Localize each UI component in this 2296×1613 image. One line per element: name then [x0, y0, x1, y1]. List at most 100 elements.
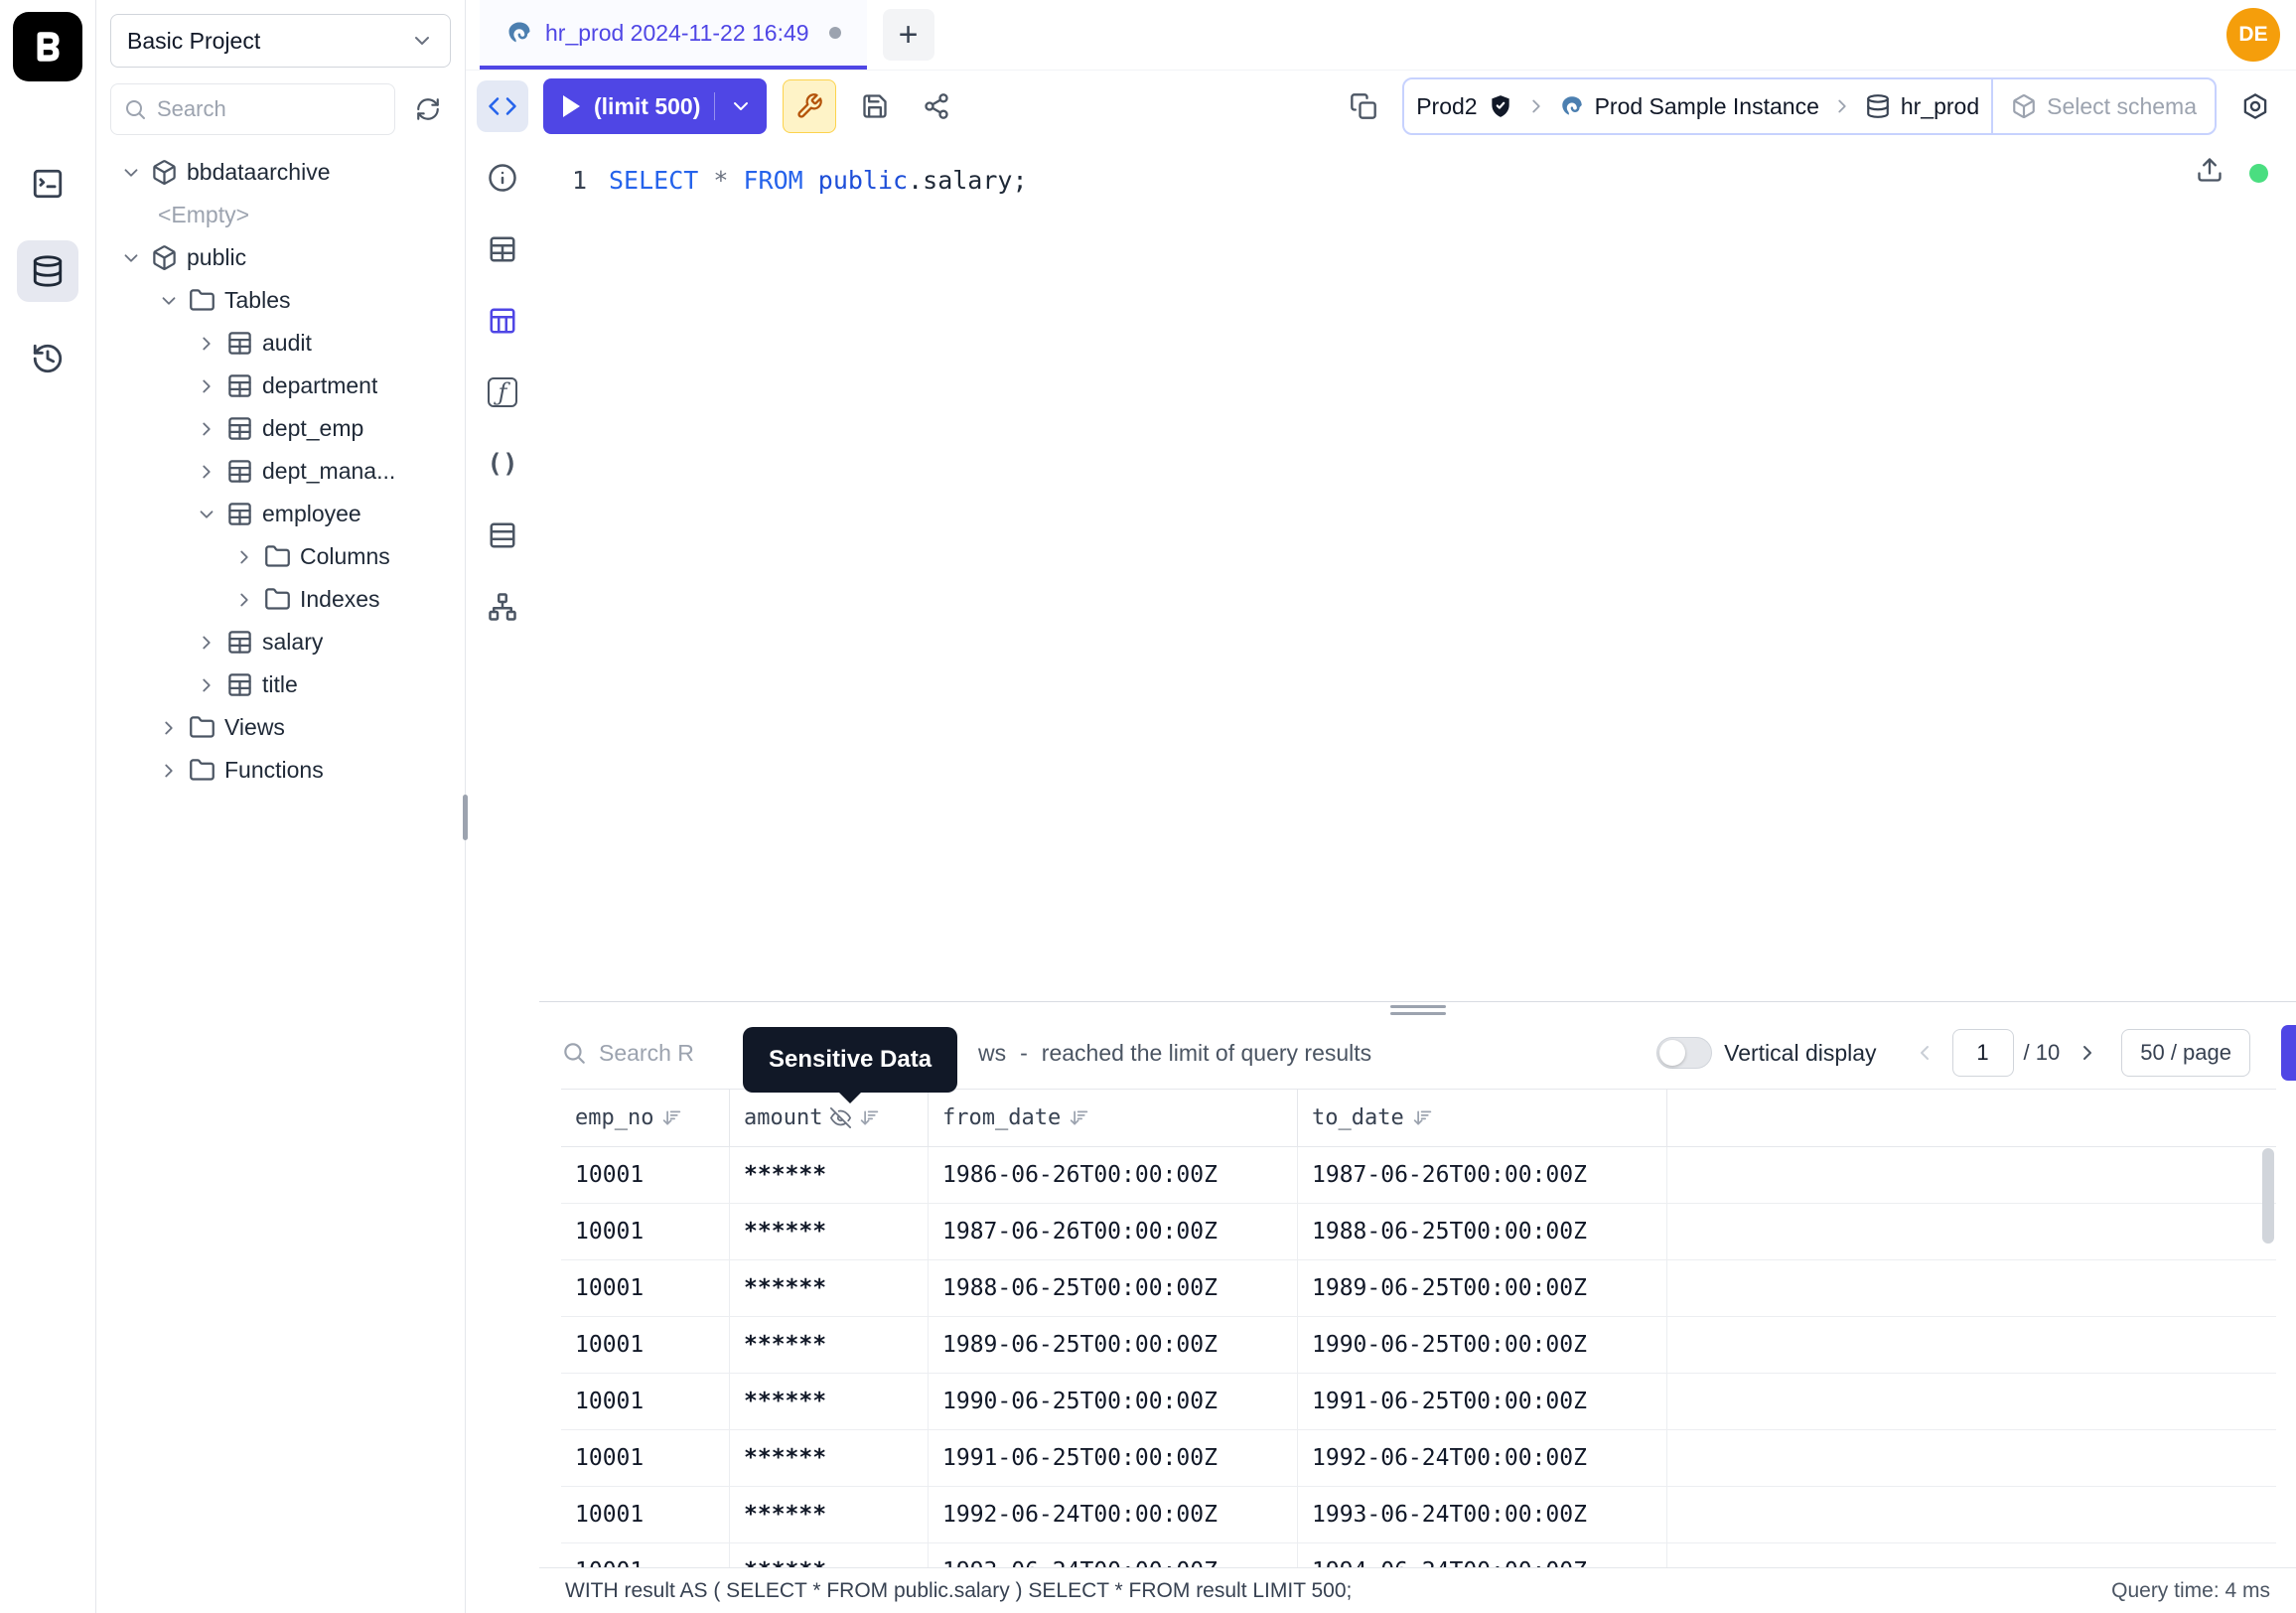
export-button[interactable] — [2196, 156, 2224, 190]
table-cell-filler — [1667, 1147, 2276, 1204]
sort-icon[interactable] — [1412, 1107, 1433, 1128]
ai-assistant-button[interactable] — [2232, 83, 2278, 129]
table-row[interactable]: 10001******1992-06-24T00:00:00Z1993-06-2… — [561, 1487, 2276, 1543]
sort-icon[interactable] — [859, 1107, 880, 1128]
tree-item-indexes[interactable]: Indexes — [110, 578, 451, 621]
sidebar-search-input[interactable]: Search — [110, 83, 395, 135]
tree-item-views[interactable]: Views — [110, 706, 451, 749]
history-nav-icon[interactable] — [17, 328, 78, 389]
column-label: from_date — [942, 1105, 1061, 1130]
table-cell: 10001 — [561, 1204, 730, 1260]
save-button[interactable] — [852, 83, 898, 129]
copy-statement-button[interactable] — [1341, 83, 1386, 129]
tree-item-bbdataarchive[interactable]: bbdataarchive — [110, 151, 451, 194]
table-cell: 1991-06-25T00:00:00Z — [1298, 1374, 1667, 1430]
tree-item-public[interactable]: public — [110, 236, 451, 279]
tree-item-label: Functions — [224, 757, 324, 784]
scrollbar-thumb[interactable] — [2262, 1148, 2274, 1244]
code-line[interactable]: SELECT * FROM public.salary; — [609, 166, 1028, 1001]
environment-crumb[interactable]: Prod2 — [1404, 93, 1524, 120]
tree-item-functions[interactable]: Functions — [110, 749, 451, 792]
tree-item-salary[interactable]: salary — [110, 621, 451, 663]
vertical-display-toggle[interactable] — [1656, 1037, 1712, 1069]
table-cell-filler — [1667, 1543, 2276, 1567]
column-label: amount — [744, 1105, 822, 1130]
column-header-from_date[interactable]: from_date — [929, 1090, 1298, 1147]
search-icon — [123, 97, 147, 121]
code-panel-icon[interactable] — [477, 80, 528, 132]
tree-item-dept-emp[interactable]: dept_emp — [110, 407, 451, 450]
prev-page-button[interactable] — [1905, 1033, 1944, 1073]
column-header-to_date[interactable]: to_date — [1298, 1090, 1667, 1147]
table-cell: ****** — [730, 1317, 929, 1374]
tree-item-label: dept_mana... — [262, 458, 395, 485]
chevron-down-icon — [410, 29, 434, 53]
table-row[interactable]: 10001******1988-06-25T00:00:00Z1989-06-2… — [561, 1260, 2276, 1317]
panel-splitter[interactable] — [539, 1001, 2296, 1017]
avatar[interactable]: DE — [2226, 8, 2280, 62]
bytebase-logo[interactable] — [13, 12, 82, 81]
page-size-select[interactable]: 50 / page — [2121, 1029, 2250, 1077]
project-selector[interactable]: Basic Project — [110, 14, 451, 68]
current-page-input[interactable]: 1 — [1952, 1029, 2014, 1077]
function-icon[interactable]: ƒ — [477, 367, 528, 418]
admin-mode-button[interactable] — [783, 79, 836, 133]
tree-item-dept-mana[interactable]: dept_mana... — [110, 450, 451, 493]
sidebar: Basic Project Search bbdataarchive<Empty… — [96, 0, 466, 1613]
info-icon[interactable] — [477, 152, 528, 204]
table-row[interactable]: 10001******1989-06-25T00:00:00Z1990-06-2… — [561, 1317, 2276, 1374]
tree-item-label: Tables — [224, 287, 290, 314]
table-info-icon[interactable] — [477, 223, 528, 275]
sample-data-icon[interactable] — [477, 295, 528, 347]
table-scrollbar[interactable] — [2262, 1148, 2274, 1545]
add-tab-button[interactable]: + — [883, 9, 934, 61]
table-row[interactable]: 10001******1990-06-25T00:00:00Z1991-06-2… — [561, 1374, 2276, 1430]
table-row[interactable]: 10001******1991-06-25T00:00:00Z1992-06-2… — [561, 1430, 2276, 1487]
results-table-header: emp_no amount from_date to_date — [561, 1089, 2276, 1147]
tree-item-title[interactable]: title — [110, 663, 451, 706]
refresh-button[interactable] — [405, 86, 451, 132]
nav-rail — [0, 0, 96, 1613]
database-nav-icon[interactable] — [17, 240, 78, 302]
tree-item-columns[interactable]: Columns — [110, 535, 451, 578]
wrench-icon — [795, 92, 823, 120]
table-cell: 1993-06-24T00:00:00Z — [1298, 1487, 1667, 1543]
sql-editor[interactable]: 1 SELECT * FROM public.salary; — [539, 142, 2296, 1001]
share-button[interactable] — [914, 83, 959, 129]
tab-hr-prod[interactable]: hr_prod 2024-11-22 16:49 — [480, 0, 867, 70]
tree-item-department[interactable]: department — [110, 365, 451, 407]
sort-icon[interactable] — [661, 1107, 682, 1128]
results-table-body: 10001******1986-06-26T00:00:00Z1987-06-2… — [561, 1147, 2276, 1567]
project-label: Basic Project — [127, 28, 260, 55]
shield-icon — [1488, 93, 1513, 119]
sort-icon[interactable] — [1069, 1107, 1089, 1128]
table-cell: 1994-06-24T00:00:00Z — [1298, 1543, 1667, 1567]
column-header-amount[interactable]: amount — [730, 1090, 929, 1147]
side-panel-toggle[interactable] — [2281, 1025, 2296, 1081]
tree-item-audit[interactable]: audit — [110, 322, 451, 365]
tree-item-employee[interactable]: employee — [110, 493, 451, 535]
table-row[interactable]: 10001******1987-06-26T00:00:00Z1988-06-2… — [561, 1204, 2276, 1260]
table-row[interactable]: 10001******1993-06-24T00:00:00Z1994-06-2… — [561, 1543, 2276, 1567]
ai-icon — [2241, 92, 2269, 120]
table-cell: 10001 — [561, 1374, 730, 1430]
table-cell: ****** — [730, 1374, 929, 1430]
table-cell: 10001 — [561, 1147, 730, 1204]
tree-item-tables[interactable]: Tables — [110, 279, 451, 322]
copy-icon — [1350, 92, 1377, 120]
run-button[interactable]: (limit 500) — [543, 78, 767, 134]
table-cell: 1990-06-25T00:00:00Z — [929, 1374, 1298, 1430]
next-page-button[interactable] — [2068, 1033, 2107, 1073]
schema-selector[interactable]: Select schema — [1991, 79, 2215, 133]
sidebar-resize-handle[interactable] — [463, 795, 468, 840]
table-row[interactable]: 10001******1986-06-26T00:00:00Z1987-06-2… — [561, 1147, 2276, 1204]
table-cell: 1993-06-24T00:00:00Z — [929, 1543, 1298, 1567]
database-crumb[interactable]: hr_prod — [1853, 93, 1991, 120]
column-header-emp_no[interactable]: emp_no — [561, 1090, 730, 1147]
instance-crumb[interactable]: Prod Sample Instance — [1547, 93, 1831, 120]
connection-breadcrumb: Prod2 Prod Sample Instance — [1402, 77, 2217, 135]
er-diagram-icon[interactable] — [477, 581, 528, 633]
sql-editor-nav-icon[interactable] — [17, 153, 78, 215]
parameters-icon[interactable]: () — [477, 438, 528, 490]
table-icon[interactable] — [477, 510, 528, 561]
